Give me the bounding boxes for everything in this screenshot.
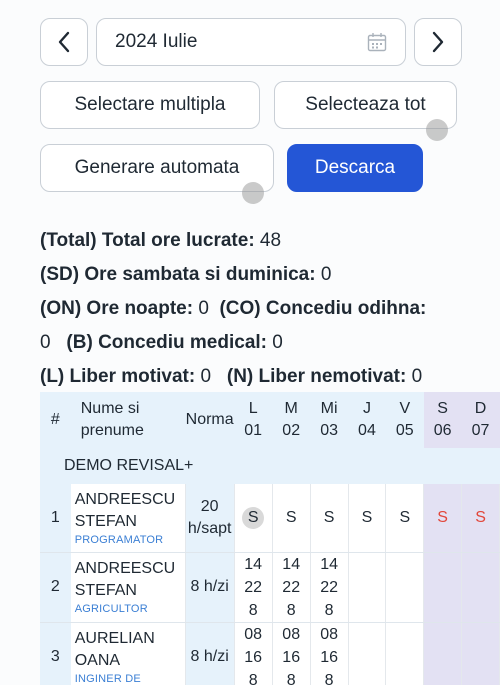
col-header-day[interactable]: Mi 03 — [310, 392, 349, 448]
row-index: 3 — [40, 622, 71, 685]
norma-cell: 8 h/zi — [185, 622, 235, 685]
group-label: DEMO REVISAL+ — [40, 448, 500, 484]
employee-name-cell[interactable]: AURELIAN OANA INGINER DE — [70, 622, 186, 685]
stat-night-co: (ON) Ore noapte: 0 (CO) Concediu odihna: — [40, 298, 427, 319]
col-header-day[interactable]: J 04 — [348, 392, 386, 448]
employee-name-cell[interactable]: ANDREESCU STEFAN PROGRAMATOR — [70, 484, 186, 553]
day-cell[interactable] — [348, 552, 387, 623]
employee-name-cell[interactable]: ANDREESCU STEFAN AGRICULTOR — [70, 552, 186, 623]
stats-panel: (Total) Total ore lucrate: 48 (SD) Ore s… — [40, 224, 500, 394]
month-value: 2024 Iulie — [115, 31, 198, 52]
employee-role: AGRICULTOR — [74, 603, 148, 615]
touch-indicator — [242, 182, 264, 204]
day-cell[interactable]: 08 16 8 — [272, 622, 311, 685]
day-cell[interactable]: S — [461, 484, 500, 553]
day-cell[interactable]: S — [272, 484, 311, 553]
day-cell[interactable] — [385, 622, 425, 685]
day-cell[interactable] — [348, 622, 387, 685]
auto-generate-button[interactable]: Generare automata — [40, 144, 274, 192]
schedule-table-container[interactable]: # Nume si prenume Norma L 01 M 02 Mi 03 J 04… — [40, 392, 500, 685]
schedule-table: # Nume si prenume Norma L 01 M 02 Mi 03 J 04… — [40, 392, 500, 685]
day-cell[interactable]: S — [234, 484, 273, 553]
table-row: 2 ANDREESCU STEFAN AGRICULTOR 8 h/zi 14 2… — [40, 552, 500, 623]
day-cell[interactable]: 08 16 8 — [310, 622, 349, 685]
calendar-icon[interactable] — [367, 32, 387, 52]
norma-cell: 20 h/sapt — [185, 484, 235, 553]
stat-co-medical: 0 (B) Concediu medical: 0 — [40, 332, 283, 353]
day-cell[interactable] — [461, 552, 500, 623]
day-cell[interactable]: S — [385, 484, 425, 553]
day-cell[interactable]: 14 22 8 — [310, 552, 349, 623]
day-cell[interactable] — [423, 622, 463, 685]
day-cell[interactable]: S — [423, 484, 463, 553]
row-index: 1 — [40, 484, 71, 553]
day-cell[interactable] — [461, 622, 500, 685]
next-month-button[interactable] — [414, 18, 462, 66]
day-cell[interactable] — [385, 552, 425, 623]
stat-weekend: (SD) Ore sambata si duminica: 0 — [40, 264, 332, 285]
selected-cell-marker: S — [242, 506, 265, 529]
chevron-left-icon — [58, 31, 70, 53]
month-picker[interactable]: 2024 Iulie — [96, 18, 406, 66]
day-cell[interactable]: S — [348, 484, 387, 553]
chevron-right-icon — [432, 31, 444, 53]
employee-role: INGINER DE — [74, 673, 141, 685]
col-header-day[interactable]: V 05 — [385, 392, 424, 448]
col-header-day[interactable]: S 06 — [423, 392, 462, 448]
employee-role: PROGRAMATOR — [74, 533, 164, 546]
col-header-day[interactable]: M 02 — [272, 392, 311, 448]
touch-indicator — [426, 119, 448, 141]
col-header-day[interactable]: L 01 — [234, 392, 273, 448]
previous-month-button[interactable] — [40, 18, 88, 66]
day-cell[interactable]: 14 22 8 — [234, 552, 273, 623]
day-cell[interactable]: S — [310, 484, 349, 553]
col-header-index: # — [40, 392, 71, 448]
group-row: DEMO REVISAL+ — [40, 448, 500, 484]
col-header-name: Nume si prenume — [70, 392, 186, 448]
header-row: # Nume si prenume Norma L 01 M 02 Mi 03 J 04… — [40, 392, 500, 448]
download-button[interactable]: Descarca — [287, 144, 423, 192]
day-cell[interactable] — [423, 552, 463, 623]
select-multiple-button[interactable]: Selectare multipla — [40, 81, 260, 129]
stat-total: (Total) Total ore lucrate: 48 — [40, 230, 282, 251]
col-header-norma: Norma — [185, 392, 235, 448]
day-cell[interactable]: 08 16 8 — [234, 622, 273, 685]
row-index: 2 — [40, 552, 71, 623]
table-row: 1 ANDREESCU STEFAN PROGRAMATOR 20 h/sapt… — [40, 484, 500, 553]
table-row: 3 AURELIAN OANA INGINER DE 8 h/zi 08 16 8 … — [40, 622, 500, 685]
day-cell[interactable]: 14 22 8 — [272, 552, 311, 623]
col-header-day[interactable]: D 07 — [461, 392, 500, 448]
norma-cell: 8 h/zi — [185, 552, 235, 623]
stat-liber: (L) Liber motivat: 0 (N) Liber nemotivat… — [40, 366, 423, 387]
